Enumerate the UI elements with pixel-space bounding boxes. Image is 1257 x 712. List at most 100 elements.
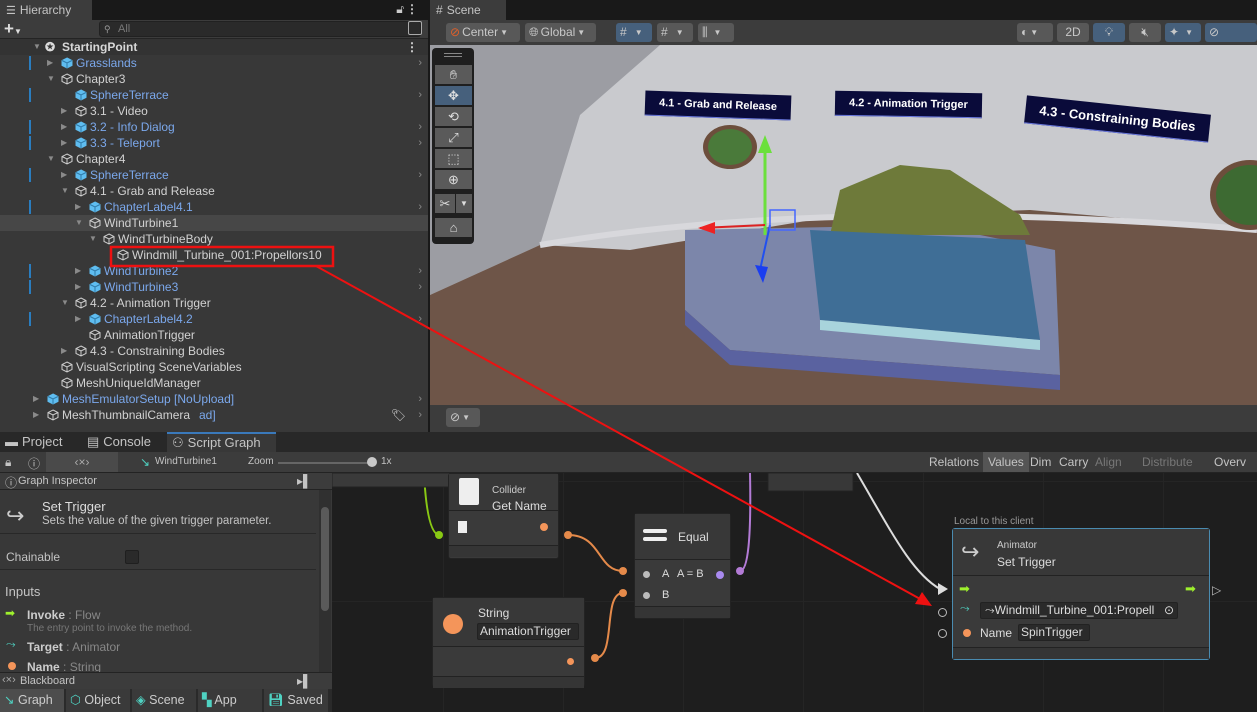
graph-canvas[interactable]: Collider Get Name Equal A A = B B String… [332, 473, 1257, 712]
view-toggle-5[interactable]: Distribute ▾ [1137, 452, 1198, 489]
set-trigger-node[interactable]: ↪ Animator Set Trigger ➡ ➡ ⤳ ⤳Windmill_T… [952, 528, 1210, 660]
blackboard-tab-app[interactable]: ▚ App [198, 689, 262, 712]
hierarchy-tab[interactable]: ☰ Hierarchy [0, 0, 92, 20]
collapsed-arrow-icon[interactable]: ▶ [75, 199, 81, 215]
chevron-right-icon[interactable]: › [418, 279, 422, 295]
zoom-slider-thumb[interactable] [367, 457, 377, 467]
flow-output-port[interactable]: ▷ [1212, 583, 1221, 597]
blackboard-tab-scene[interactable]: ◈ Scene [132, 689, 196, 712]
2d-toggle[interactable]: 2D [1057, 23, 1089, 42]
visibility-toggle[interactable]: ⊘ [1205, 23, 1257, 42]
zoom-slider[interactable] [278, 462, 374, 464]
rotate-tool[interactable]: ⟲ [435, 107, 472, 126]
hierarchy-item[interactable]: ▼ WindTurbineBody [0, 231, 428, 247]
chevron-right-icon[interactable]: › [418, 135, 422, 151]
hierarchy-item[interactable]: ▼ 4.2 - Animation Trigger [0, 295, 428, 311]
string-literal-node[interactable]: String AnimationTrigger [432, 597, 585, 688]
hierarchy-item[interactable]: ▶ WindTurbine3 › [0, 279, 428, 295]
expanded-arrow-icon[interactable]: ▼ [47, 71, 55, 87]
collapsed-arrow-icon[interactable]: ▶ [75, 263, 81, 279]
a-input-port[interactable] [643, 571, 650, 578]
hierarchy-item[interactable]: ▶ WindTurbine2 › [0, 263, 428, 279]
hierarchy-item[interactable]: ▼ 4.1 - Grab and Release [0, 183, 428, 199]
string-value-input[interactable]: AnimationTrigger [477, 623, 579, 640]
hierarchy-item[interactable]: ▼ Chapter4 [0, 151, 428, 167]
hierarchy-item[interactable]: ▶ 3.3 - Teleport › [0, 135, 428, 151]
name-output-port[interactable] [540, 523, 548, 531]
hierarchy-item[interactable]: AnimationTrigger [0, 327, 428, 343]
scale-tool[interactable]: ⤢ [435, 128, 472, 147]
palette-handle[interactable] [444, 53, 462, 57]
hierarchy-item[interactable]: ▶ Grasslands › [0, 55, 428, 71]
bool-output-port[interactable] [716, 571, 724, 579]
chevron-right-icon[interactable]: › [418, 167, 422, 183]
hierarchy-item[interactable]: ▶ ChapterLabel4.1 › [0, 199, 428, 215]
view-toggle-0[interactable]: Relations [924, 452, 984, 472]
effects-toggle[interactable]: ✦ ▼ [1165, 23, 1201, 42]
rect-tool[interactable]: ⬚ [435, 149, 472, 168]
view-toggle-3[interactable]: Carry [1054, 452, 1093, 472]
expanded-arrow-icon[interactable]: ▼ [75, 215, 83, 231]
chevron-right-icon[interactable]: › [418, 407, 422, 423]
chevron-right-icon[interactable]: › [418, 263, 422, 279]
hierarchy-item[interactable]: ▶ ChapterLabel4.2 › [0, 311, 428, 327]
collapsed-arrow-icon[interactable]: ▶ [61, 119, 67, 135]
trigger-name-input[interactable]: SpinTrigger [1018, 624, 1090, 641]
hierarchy-item[interactable]: ▶ MeshThumbnailCamera ad] 🏷︎ › [0, 407, 428, 423]
expanded-arrow-icon[interactable]: ▼ [89, 231, 97, 247]
chevron-right-icon[interactable]: › [418, 55, 422, 71]
target-object-field[interactable]: ⤳Windmill_Turbine_001:Propell ⊙ [980, 602, 1178, 619]
collapse-icon[interactable]: ▸▌ [297, 674, 312, 688]
flow-output-icon[interactable]: ➡ [1185, 581, 1196, 597]
tab-console[interactable]: ▤ Console [82, 432, 156, 452]
pivot-dropdown[interactable]: ⊘ Center ▼ [446, 23, 520, 42]
blackboard-tab-graph[interactable]: ↘ Graph [0, 689, 64, 712]
hierarchy-item[interactable]: VisualScripting SceneVariables [0, 359, 428, 375]
hierarchy-item[interactable]: ▶ 3.1 - Video [0, 103, 428, 119]
inspector-scrollbar[interactable] [319, 490, 331, 672]
tab-project[interactable]: ▬ Project [0, 432, 67, 452]
view-toggle-4[interactable]: Align ▾ [1090, 452, 1127, 489]
collapsed-arrow-icon[interactable]: ▶ [61, 103, 67, 119]
tab-script-graph[interactable]: ⚇ Script Graph [167, 432, 276, 452]
ruler-toggle[interactable]: ⫼ ▼ [698, 23, 734, 42]
object-picker-icon[interactable]: ⊙ [1164, 603, 1174, 618]
chevron-right-icon[interactable]: › [418, 391, 422, 407]
chevron-right-icon[interactable]: › [418, 199, 422, 215]
flow-input-icon[interactable]: ➡ [959, 581, 970, 597]
string-output-port[interactable] [567, 658, 574, 665]
collapsed-arrow-icon[interactable]: ▶ [61, 167, 67, 183]
chevron-right-icon[interactable]: › [418, 119, 422, 135]
grid-snap-toggle[interactable]: # ▼ [616, 23, 652, 42]
hierarchy-item[interactable]: Windmill_Turbine_001:Propellors10 [0, 247, 428, 263]
audio-toggle[interactable]: 🔇︎ [1129, 23, 1161, 42]
custom-tools-button[interactable]: ✂︎ [435, 194, 455, 213]
hierarchy-item[interactable]: ▶ 4.3 - Constraining Bodies [0, 343, 428, 359]
blackboard-tab-object[interactable]: ⬡ Object [66, 689, 130, 712]
expanded-arrow-icon[interactable]: ▼ [61, 295, 69, 311]
expanded-arrow-icon[interactable]: ▼ [47, 151, 55, 167]
hierarchy-item[interactable]: ▶ MeshEmulatorSetup [NoUpload] › [0, 391, 428, 407]
lock-icon[interactable]: 🔓︎ [396, 2, 404, 17]
custom-tools-dropdown[interactable]: ▼ [456, 194, 472, 213]
maximize-icon[interactable] [408, 21, 422, 35]
collapsed-arrow-icon[interactable]: ▶ [61, 343, 67, 359]
hierarchy-item[interactable]: ▶ 3.2 - Info Dialog › [0, 119, 428, 135]
more-menu-icon[interactable]: ⋮ [406, 2, 418, 16]
space-dropdown[interactable]: 🌐︎ Global ▼ [525, 23, 596, 42]
collapsed-arrow-icon[interactable]: ▶ [75, 279, 81, 295]
incremental-snap-toggle[interactable]: # ▼ [657, 23, 693, 42]
view-toggle-2[interactable]: Dim [1025, 452, 1056, 472]
equal-node[interactable]: Equal A A = B B [634, 513, 731, 619]
add-button[interactable]: +▼ [4, 19, 22, 39]
variables-toggle[interactable]: ‹×› [46, 452, 118, 472]
scene-viewport[interactable]: 4.1 - Grab and Release 4.2 - Animation T… [430, 45, 1257, 405]
expanded-arrow-icon[interactable]: ▼ [61, 183, 69, 199]
name-input-port[interactable] [938, 629, 947, 638]
transform-tool[interactable]: ⊕ [435, 170, 472, 189]
scene-tab[interactable]: # Scene [430, 0, 506, 20]
collapsed-arrow-icon[interactable]: ▶ [33, 391, 39, 407]
collapsed-arrow-icon[interactable]: ▶ [75, 311, 81, 327]
orientation-dropdown[interactable]: ⊘ ▼ [446, 408, 480, 427]
hierarchy-item[interactable]: SphereTerrace › [0, 87, 428, 103]
